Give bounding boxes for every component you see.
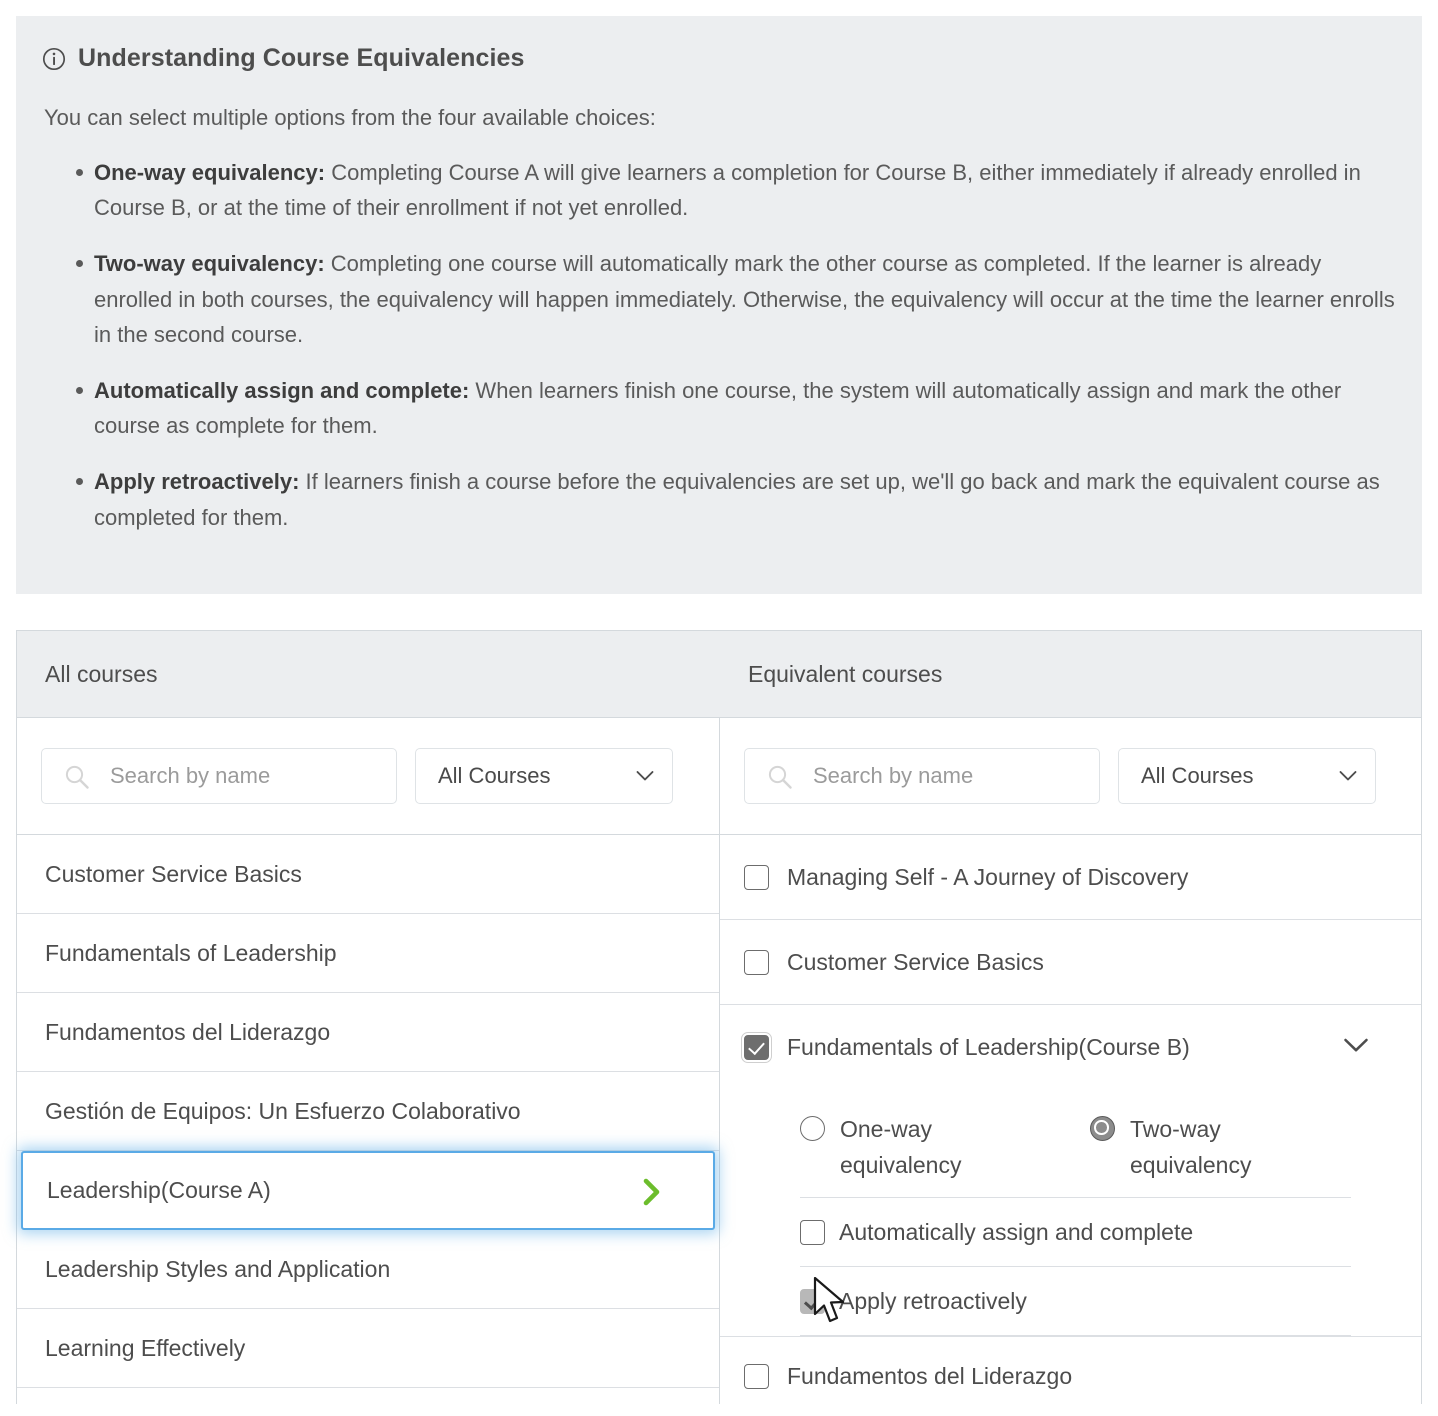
info-bullet-two-way: Two-way equivalency: Completing one cour… [76, 246, 1396, 353]
bullet-term: Apply retroactively: [94, 469, 300, 495]
info-bullet-one-way: One-way equivalency: Completing Course A… [76, 155, 1396, 226]
list-item[interactable]: Leadership Styles and Application [17, 1230, 719, 1309]
chevron-right-icon[interactable] [643, 1178, 661, 1206]
course-name: Leadership Styles and Application [45, 1255, 391, 1282]
course-name: Fundamentos del Liderazgo [787, 1363, 1073, 1390]
equivalency-options: One-way equivalency Two-way equivalency … [720, 1090, 1421, 1337]
equivalent-courses-pane: All Courses Managing Self - A Journey of… [720, 718, 1421, 1404]
info-header: Understanding Course Equivalencies [42, 44, 1396, 73]
list-item[interactable]: Learning Effectively [17, 1309, 719, 1388]
one-way-label: One-way equivalency [840, 1116, 962, 1178]
equivalent-courses-filterbar: All Courses [720, 718, 1421, 835]
info-circle-icon [42, 47, 66, 70]
list-item-selected-course-a[interactable]: Leadership (Course A) [21, 1151, 715, 1230]
bullet-term: Automatically assign and complete: [94, 377, 470, 403]
bullet-term: One-way equivalency: [94, 159, 326, 185]
course-checkbox-checked[interactable] [741, 1032, 772, 1063]
course-name: Customer Service Basics [45, 860, 302, 887]
course-name: Fundamentos del Liderazgo [45, 1018, 331, 1045]
all-courses-list: Customer Service Basics Fundamentals of … [17, 835, 719, 1388]
option-auto-assign[interactable]: Automatically assign and complete [720, 1198, 1421, 1266]
all-courses-filter-select[interactable]: All Courses [415, 748, 673, 804]
apply-retroactively-label: Apply retroactively [839, 1287, 1027, 1314]
course-name: Learning Effectively [45, 1334, 246, 1361]
course-name: Leadership [47, 1177, 161, 1203]
info-panel: Understanding Course Equivalencies You c… [16, 16, 1422, 594]
equivalent-courses-filter-select[interactable]: All Courses [1118, 748, 1376, 804]
chevron-down-icon [636, 771, 654, 781]
bullet-term: Two-way equivalency: [94, 250, 325, 276]
apply-retroactively-checkbox-checked[interactable] [800, 1288, 825, 1314]
list-item[interactable]: Fundamentos del Liderazgo [720, 1336, 1421, 1416]
search-icon [768, 765, 792, 789]
chevron-down-icon [1339, 771, 1357, 781]
course-name: Fundamentals of Leadership [787, 1034, 1079, 1060]
list-item[interactable]: Fundamentos del Liderazgo [17, 993, 719, 1072]
card-header-row: All courses Equivalent courses [17, 631, 1421, 718]
search-icon [65, 765, 89, 789]
card-body: All Courses Customer Service Basics Fund… [17, 718, 1421, 1404]
radio-two-way[interactable]: Two-way equivalency [1090, 1112, 1380, 1183]
all-courses-header: All courses [45, 660, 158, 687]
list-item[interactable]: Customer Service Basics [720, 920, 1421, 1005]
one-way-radio[interactable] [800, 1116, 825, 1141]
course-name: Fundamentals of Leadership [45, 939, 337, 966]
info-bullet-list: One-way equivalency: Completing Course A… [42, 155, 1396, 536]
list-item[interactable]: Fundamentals of Leadership [17, 914, 719, 993]
course-name: Customer Service Basics [787, 948, 1044, 975]
course-role-tag: (Course B) [1078, 1034, 1190, 1060]
all-courses-search-box[interactable] [41, 748, 397, 804]
radio-one-way[interactable]: One-way equivalency [800, 1112, 1090, 1183]
chevron-down-icon[interactable] [1343, 1037, 1369, 1053]
list-item[interactable]: Gestión de Equipos: Un Esfuerzo Colabora… [17, 1072, 719, 1151]
equivalent-courses-search-box[interactable] [744, 748, 1100, 804]
course-name: Managing Self - A Journey of Discovery [787, 863, 1189, 890]
two-way-label: Two-way equivalency [1130, 1116, 1252, 1178]
info-title: Understanding Course Equivalencies [78, 44, 525, 72]
course-checkbox[interactable] [744, 864, 769, 890]
all-courses-filterbar: All Courses [17, 718, 719, 835]
equivalency-radio-group: One-way equivalency Two-way equivalency [720, 1090, 1421, 1197]
equivalent-courses-filter-value: All Courses [1141, 763, 1254, 788]
course-equivalency-card: All courses Equivalent courses All Cours… [16, 630, 1422, 1404]
course-role-tag: (Course A) [160, 1177, 271, 1203]
list-item[interactable]: Customer Service Basics [17, 835, 719, 914]
option-apply-retroactively[interactable]: Apply retroactively [720, 1267, 1421, 1335]
list-item[interactable]: Managing Self - A Journey of Discovery [720, 835, 1421, 920]
course-checkbox[interactable] [744, 949, 769, 975]
list-item-course-b[interactable]: Fundamentals of Leadership (Course B) [720, 1005, 1421, 1090]
info-bullet-apply-retroactively: Apply retroactively: If learners finish … [76, 464, 1396, 535]
auto-assign-label: Automatically assign and complete [839, 1218, 1194, 1245]
equivalent-courses-list: Managing Self - A Journey of Discovery C… [720, 835, 1421, 1416]
two-way-radio-selected[interactable] [1090, 1116, 1115, 1141]
equivalent-courses-search-input[interactable] [745, 749, 1099, 803]
info-lead-text: You can select multiple options from the… [44, 105, 656, 130]
all-courses-search-input[interactable] [42, 749, 396, 803]
all-courses-pane: All Courses Customer Service Basics Fund… [17, 718, 720, 1404]
course-checkbox[interactable] [744, 1364, 769, 1390]
all-courses-filter-value: All Courses [438, 763, 551, 788]
info-bullet-auto-assign: Automatically assign and complete: When … [76, 373, 1396, 444]
auto-assign-checkbox[interactable] [800, 1219, 825, 1245]
equivalent-courses-header: Equivalent courses [748, 660, 943, 687]
course-name: Gestión de Equipos: Un Esfuerzo Colabora… [45, 1097, 521, 1124]
